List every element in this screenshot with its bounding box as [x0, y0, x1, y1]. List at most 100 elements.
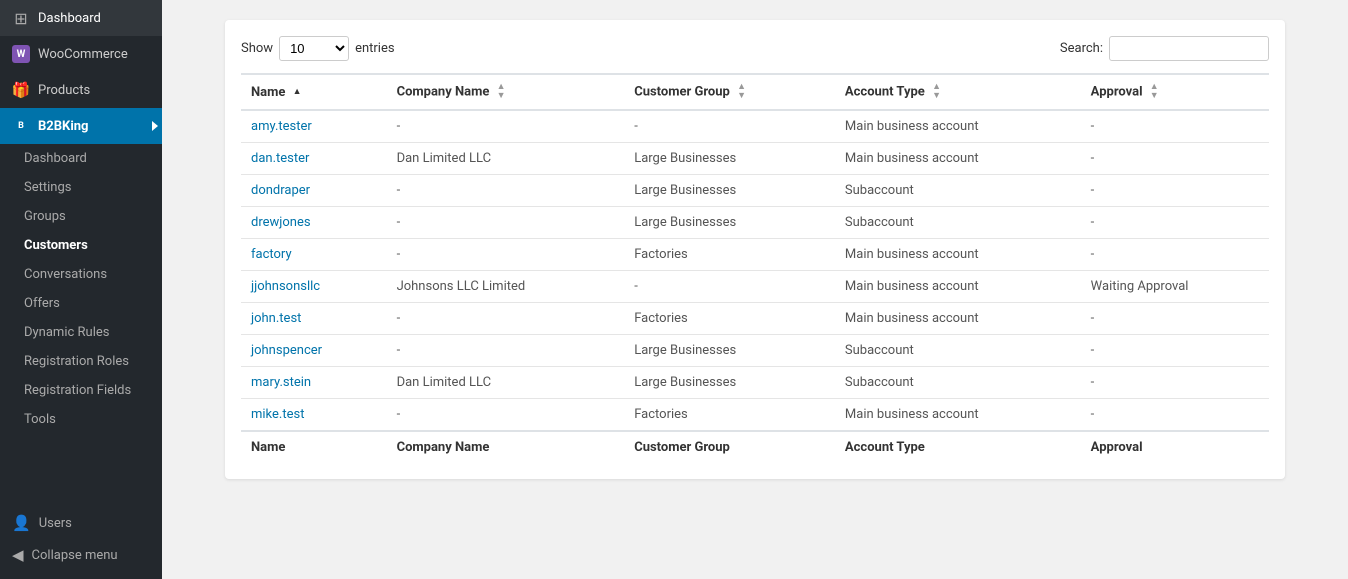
cell-company: - — [387, 175, 625, 207]
sidebar-item-dynamic-rules[interactable]: Dynamic Rules — [0, 318, 162, 347]
sidebar-item-customers[interactable]: Customers — [0, 231, 162, 260]
cell-company: - — [387, 335, 625, 367]
search-input[interactable] — [1109, 36, 1269, 61]
cell-account-type: Main business account — [835, 110, 1081, 143]
sidebar-item-settings[interactable]: Settings — [0, 173, 162, 202]
cell-account-type: Main business account — [835, 271, 1081, 303]
woo-icon: W — [12, 45, 30, 63]
customer-link[interactable]: mary.stein — [251, 375, 311, 390]
sidebar-item-groups[interactable]: Groups — [0, 202, 162, 231]
table-row: jjohnsonsllcJohnsons LLC Limited-Main bu… — [241, 271, 1269, 303]
collapse-label: Collapse menu — [32, 548, 118, 563]
cell-account-type: Subaccount — [835, 335, 1081, 367]
users-label: Users — [39, 516, 72, 531]
customer-link[interactable]: john.test — [251, 311, 301, 326]
cell-approval: - — [1081, 303, 1269, 335]
col-account-type[interactable]: Account Type ▲▼ — [835, 74, 1081, 110]
sidebar-woo-label: WooCommerce — [38, 47, 128, 62]
col-name[interactable]: Name ▲ — [241, 74, 387, 110]
sidebar-products-label: Products — [38, 83, 90, 98]
cell-company: - — [387, 239, 625, 271]
entries-label: entries — [355, 41, 395, 56]
table-row: mary.steinDan Limited LLCLarge Businesse… — [241, 367, 1269, 399]
search-box: Search: — [1060, 36, 1269, 61]
cell-account-type: Subaccount — [835, 175, 1081, 207]
cell-name: dondraper — [241, 175, 387, 207]
users-icon: 👤 — [12, 514, 31, 532]
footer-col-group: Customer Group — [624, 431, 835, 463]
sidebar-item-b2bking[interactable]: B B2BKing — [0, 108, 162, 144]
col-company-name[interactable]: Company Name ▲▼ — [387, 74, 625, 110]
customer-link[interactable]: jjohnsonsllc — [251, 279, 320, 294]
cell-group: Large Businesses — [624, 143, 835, 175]
company-sort-icon: ▲▼ — [497, 83, 506, 101]
table-row: drewjones-Large BusinessesSubaccount- — [241, 207, 1269, 239]
sidebar-item-tools[interactable]: Tools — [0, 405, 162, 434]
customer-link[interactable]: mike.test — [251, 407, 304, 422]
cell-group: - — [624, 271, 835, 303]
sidebar-item-offers[interactable]: Offers — [0, 289, 162, 318]
cell-account-type: Main business account — [835, 399, 1081, 432]
customers-table: Name ▲ Company Name ▲▼ Customer Group — [241, 73, 1269, 463]
col-approval[interactable]: Approval ▲▼ — [1081, 74, 1269, 110]
customer-link[interactable]: dondraper — [251, 183, 310, 198]
entries-select[interactable]: 10 25 50 100 — [279, 36, 349, 61]
sidebar-item-b2b-dashboard[interactable]: Dashboard — [0, 144, 162, 173]
b2bking-submenu: Dashboard Settings Groups Customers Conv… — [0, 144, 162, 434]
cell-name: dan.tester — [241, 143, 387, 175]
table-row: factory-FactoriesMain business account- — [241, 239, 1269, 271]
sidebar-item-conversations[interactable]: Conversations — [0, 260, 162, 289]
cell-group: Large Businesses — [624, 335, 835, 367]
table-row: mike.test -FactoriesMain business account… — [241, 399, 1269, 432]
cell-account-type: Main business account — [835, 143, 1081, 175]
cell-company: - — [387, 303, 625, 335]
account-sort-icon: ▲▼ — [932, 83, 941, 101]
sidebar-b2bking-label: B2BKing — [38, 119, 88, 134]
col-customer-group[interactable]: Customer Group ▲▼ — [624, 74, 835, 110]
sidebar-item-products[interactable]: 🎁 Products — [0, 72, 162, 108]
group-sort-icon: ▲▼ — [737, 83, 746, 101]
footer-col-account: Account Type — [835, 431, 1081, 463]
cell-group: Large Businesses — [624, 175, 835, 207]
customer-link[interactable]: drewjones — [251, 215, 311, 230]
table-row: dan.tester Dan Limited LLCLarge Businesse… — [241, 143, 1269, 175]
sidebar-item-woocommerce[interactable]: W WooCommerce — [0, 36, 162, 72]
products-icon: 🎁 — [12, 81, 30, 99]
cell-group: Factories — [624, 399, 835, 432]
cell-name: amy.tester — [241, 110, 387, 143]
table-row: amy.tester--Main business account- — [241, 110, 1269, 143]
dashboard-icon: ⊞ — [12, 9, 30, 27]
cell-company: - — [387, 110, 625, 143]
cell-account-type: Main business account — [835, 239, 1081, 271]
show-entries-control: Show 10 25 50 100 entries — [241, 36, 395, 61]
cell-name: jjohnsonsllc — [241, 271, 387, 303]
cell-account-type: Subaccount — [835, 367, 1081, 399]
cell-approval: Waiting Approval — [1081, 271, 1269, 303]
customer-link[interactable]: johnspencer — [251, 343, 322, 358]
customers-card: Show 10 25 50 100 entries Search: Name — [225, 20, 1285, 479]
customer-link[interactable]: amy.tester — [251, 119, 312, 134]
sidebar-footer: 👤 Users ◀ Collapse menu — [0, 499, 162, 579]
cell-group: Large Businesses — [624, 367, 835, 399]
sidebar-item-registration-fields[interactable]: Registration Fields — [0, 376, 162, 405]
sidebar-item-registration-roles[interactable]: Registration Roles — [0, 347, 162, 376]
cell-account-type: Subaccount — [835, 207, 1081, 239]
cell-group: Large Businesses — [624, 207, 835, 239]
cell-company: - — [387, 399, 625, 432]
cell-approval: - — [1081, 175, 1269, 207]
cell-approval: - — [1081, 239, 1269, 271]
sidebar-collapse-menu[interactable]: ◀ Collapse menu — [12, 539, 150, 571]
cell-company: Dan Limited LLC — [387, 143, 625, 175]
show-label: Show — [241, 41, 273, 56]
sidebar-item-users[interactable]: 👤 Users — [12, 507, 150, 539]
customer-link[interactable]: factory — [251, 247, 292, 262]
approval-sort-icon: ▲▼ — [1150, 83, 1159, 101]
search-label: Search: — [1060, 41, 1103, 56]
table-row: dondraper-Large BusinessesSubaccount- — [241, 175, 1269, 207]
sidebar-item-dashboard-top[interactable]: ⊞ Dashboard — [0, 0, 162, 36]
customer-link[interactable]: dan.tester — [251, 151, 309, 166]
footer-col-approval: Approval — [1081, 431, 1269, 463]
cell-company: - — [387, 207, 625, 239]
collapse-icon: ◀ — [12, 546, 24, 564]
b2bking-icon: B — [12, 117, 30, 135]
